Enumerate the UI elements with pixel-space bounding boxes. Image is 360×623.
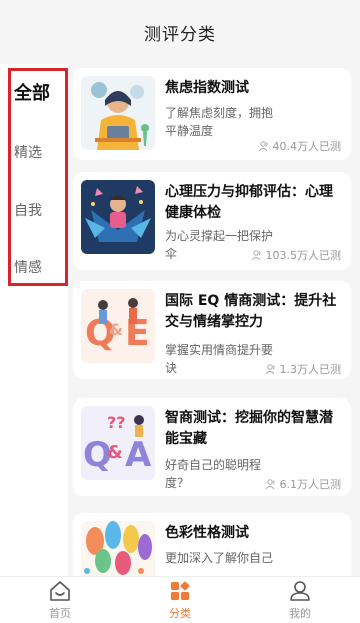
tab-home[interactable]: 首页 bbox=[0, 577, 120, 623]
users-icon bbox=[251, 250, 261, 261]
svg-text:&: & bbox=[109, 320, 123, 339]
test-list: 焦虑指数测试 了解焦虑刻度，拥抱平静温度 40.4万人已测 心理压力与抑郁评估：… bbox=[68, 64, 360, 576]
tab-profile-label: 我的 bbox=[289, 606, 311, 620]
test-title: 焦虑指数测试 bbox=[165, 80, 249, 96]
sidebar-item-self[interactable]: 自我 bbox=[14, 200, 42, 220]
tab-category-label: 分类 bbox=[169, 606, 191, 620]
page-header: 测评分类 bbox=[0, 0, 360, 64]
test-count: 1.3万人已测 bbox=[265, 361, 342, 377]
home-icon bbox=[50, 580, 70, 601]
test-count-text: 103.5万人已测 bbox=[265, 249, 342, 262]
test-description: 更加深入了解你自己 bbox=[165, 551, 274, 565]
users-icon bbox=[265, 479, 275, 490]
test-title: 智商测试：挖掘你的智慧潜能宝藏 bbox=[165, 410, 333, 447]
page-title: 测评分类 bbox=[144, 24, 216, 45]
test-count: 103.5万人已测 bbox=[251, 247, 342, 263]
test-count: 40.4万人已测 bbox=[258, 138, 342, 154]
sidebar-item-all[interactable]: 全部 bbox=[14, 79, 50, 105]
color-hands-illustration bbox=[81, 521, 155, 576]
svg-text:??: ?? bbox=[107, 413, 126, 432]
q-and-a-illustration: Q & A ?? bbox=[81, 406, 155, 480]
test-title: 色彩性格测试 bbox=[165, 525, 249, 541]
tab-home-label: 首页 bbox=[49, 606, 71, 620]
tab-profile[interactable]: 我的 bbox=[240, 577, 360, 623]
test-title: 心理压力与抑郁评估：心理健康体检 bbox=[165, 184, 333, 221]
test-description: 了解焦虑刻度，拥抱平静温度 bbox=[165, 106, 274, 138]
test-card[interactable]: 心理压力与抑郁评估：心理健康体检 为心灵撑起一把保护伞 103.5万人已测 bbox=[73, 172, 351, 270]
stress-illustration bbox=[81, 180, 155, 254]
anxiety-illustration bbox=[81, 76, 155, 150]
test-card[interactable]: Q & A ?? 智商测试：挖掘你的智慧潜能宝藏 好奇自己的聪明程度？ 6.1万… bbox=[73, 398, 351, 496]
profile-icon bbox=[290, 580, 310, 601]
test-count-text: 1.3万人已测 bbox=[279, 363, 342, 376]
tab-category[interactable]: 分类 bbox=[120, 577, 240, 623]
category-sidebar: 全部 精选 自我 情感 bbox=[0, 64, 68, 576]
users-icon bbox=[265, 364, 275, 375]
svg-text:&: & bbox=[107, 442, 123, 463]
svg-text:E: E bbox=[125, 313, 150, 354]
test-count-text: 40.4万人已测 bbox=[272, 140, 342, 153]
test-description: 好奇自己的聪明程度？ bbox=[165, 458, 262, 490]
svg-text:A: A bbox=[125, 435, 152, 475]
test-card[interactable]: 色彩性格测试 更加深入了解你自己 bbox=[73, 513, 351, 576]
test-title: 国际 EQ 情商测试：提升社交与情绪掌控力 bbox=[165, 293, 337, 330]
bottom-tab-bar: 首页 分类 我的 bbox=[0, 576, 360, 623]
test-card[interactable]: 焦虑指数测试 了解焦虑刻度，拥抱平静温度 40.4万人已测 bbox=[73, 68, 351, 160]
sidebar-item-featured[interactable]: 精选 bbox=[14, 142, 42, 162]
q-and-e-illustration: Q & E bbox=[81, 289, 155, 363]
test-count: 6.1万人已测 bbox=[265, 476, 342, 492]
test-count-text: 6.1万人已测 bbox=[279, 478, 342, 491]
test-card[interactable]: Q & E 国际 EQ 情商测试：提升社交与情绪掌控力 掌握实用情商提升要诀 1… bbox=[73, 281, 351, 379]
users-icon bbox=[258, 141, 268, 152]
category-icon bbox=[171, 581, 190, 600]
test-description: 掌握实用情商提升要诀 bbox=[165, 343, 274, 375]
sidebar-item-emotion[interactable]: 情感 bbox=[14, 257, 42, 277]
